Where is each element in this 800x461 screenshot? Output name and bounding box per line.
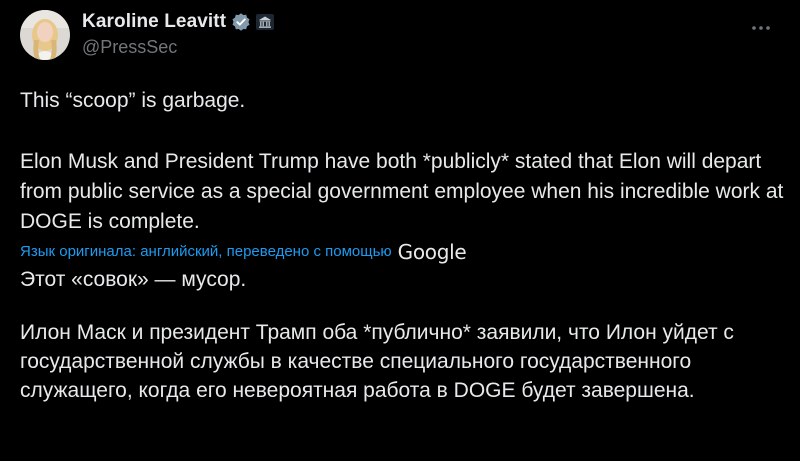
translation-notice-link[interactable]: Язык оригинала: английский, переведено с… [20,237,392,267]
tweet-text-line-1: This “scoop” is garbage. [20,89,246,112]
verified-check-icon[interactable] [231,12,251,32]
government-building-icon[interactable] [255,12,275,32]
tweet-text-paragraph-2: Elon Musk and President Trump have both … [20,150,784,233]
name-row: Karoline Leavitt [82,10,275,34]
avatar[interactable] [20,10,70,60]
tweet-body: This “scoop” is garbage. Elon Musk and P… [20,86,790,405]
translation-notice: Язык оригинала: английский, переведено с… [20,239,790,265]
profile-photo-icon [20,10,70,60]
google-logo: Google [397,240,467,264]
handle[interactable]: @PressSec [82,37,275,58]
translated-text-line-1: Этот «совок» — мусор. [20,268,247,291]
translated-text-paragraph-2: Илон Маск и президент Трамп оба *публичн… [20,321,734,402]
display-name[interactable]: Karoline Leavitt [82,11,226,33]
more-dots-icon[interactable] [748,18,774,38]
tweet-header: Karoline Leavitt @PressSec [20,8,780,68]
author-names: Karoline Leavitt @PressSec [82,10,275,58]
